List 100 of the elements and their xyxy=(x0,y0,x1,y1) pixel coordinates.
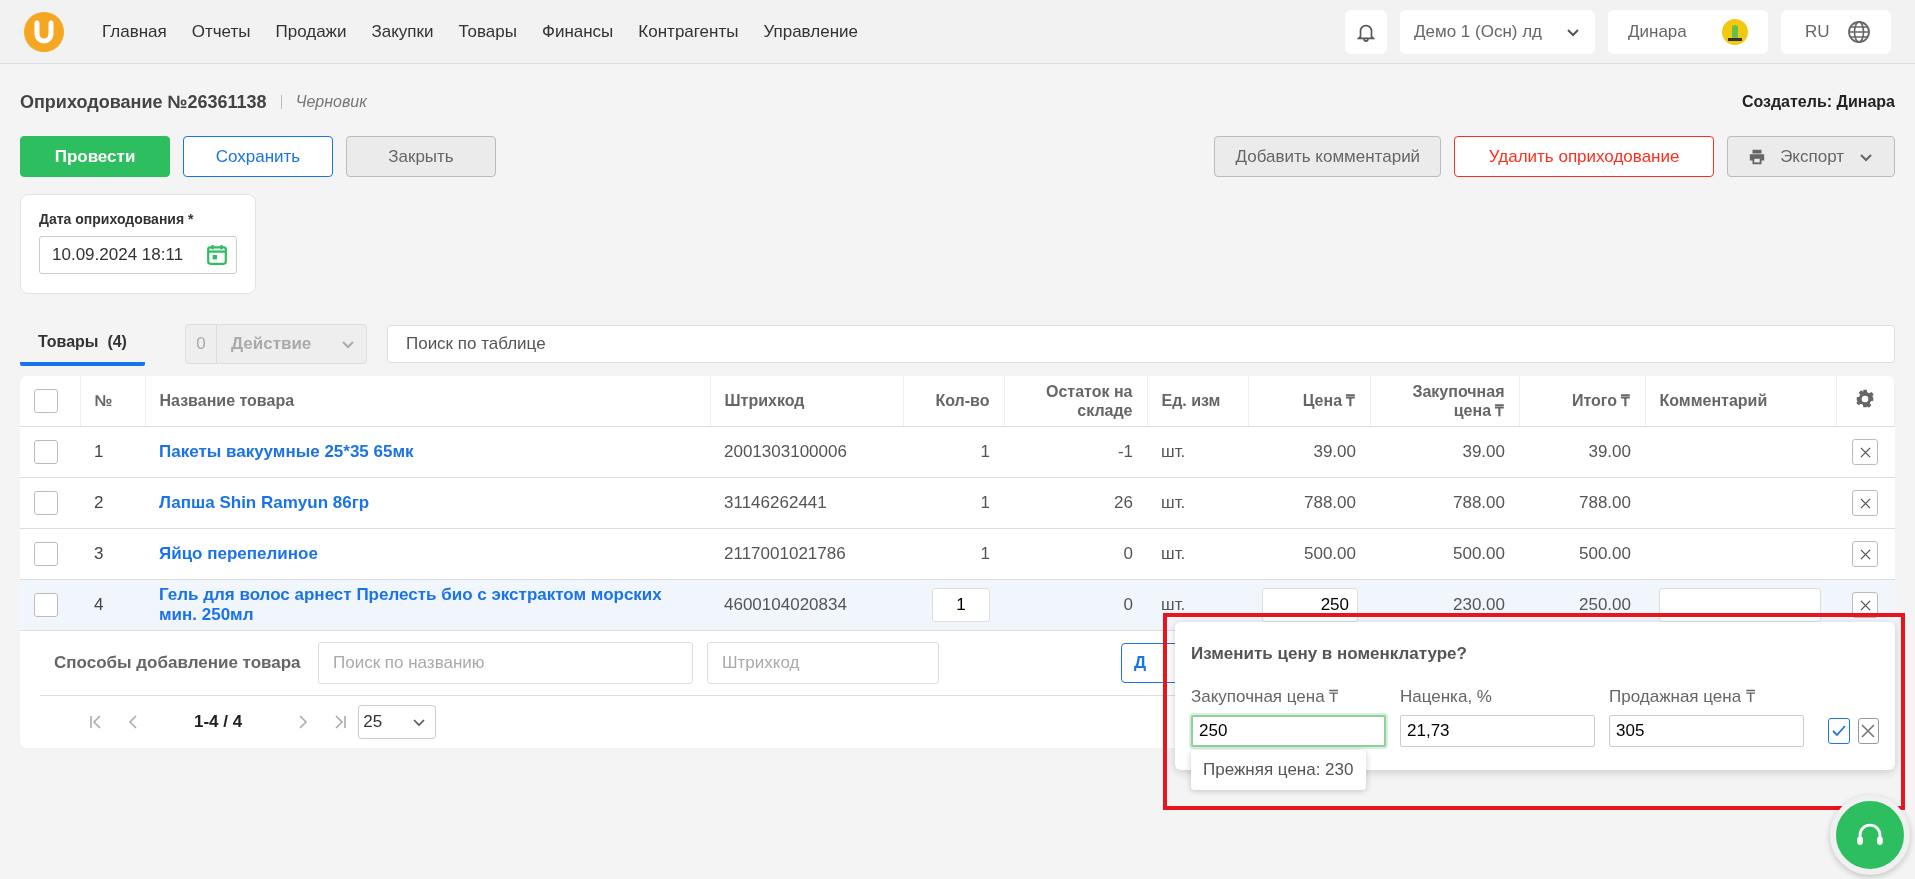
table-cell: 3 xyxy=(94,543,104,563)
nav-link[interactable]: Продажи xyxy=(275,21,347,42)
first-page-icon[interactable] xyxy=(88,714,104,730)
field-label: Продажная цена ₸ xyxy=(1609,686,1756,707)
document-title: Оприходование №26361138 xyxy=(20,91,267,113)
nav-link[interactable]: Контрагенты xyxy=(638,21,739,42)
export-button[interactable]: Экспорт xyxy=(1727,136,1895,177)
table-cell: 4600104020834 xyxy=(724,594,847,614)
barcode-field[interactable]: Штрихкод xyxy=(707,642,939,684)
nav-link[interactable]: Закупки xyxy=(371,21,434,42)
action-button[interactable]: Удалить оприходование xyxy=(1454,136,1715,177)
notifications-button[interactable] xyxy=(1345,9,1387,54)
table-cell: шт. xyxy=(1161,594,1186,614)
table-cell: 0 xyxy=(1123,594,1133,614)
remove-row-button[interactable] xyxy=(1852,490,1879,516)
product-link[interactable]: Пакеты вакуумные 25*35 65мк xyxy=(159,441,696,463)
table-cell: 0 xyxy=(1123,543,1133,563)
table-cell: шт. xyxy=(1161,441,1186,461)
name-search-field[interactable]: Поиск по названию xyxy=(318,642,693,684)
tab[interactable]: Товары (4) xyxy=(20,322,145,366)
close-icon xyxy=(1859,497,1871,509)
table-cell: шт. xyxy=(1161,543,1186,563)
document-status: Черновик xyxy=(295,93,367,111)
nav-link[interactable]: Финансы xyxy=(541,21,614,42)
price-input[interactable]: 305 xyxy=(1609,715,1804,747)
table-cell: 1 xyxy=(980,441,990,461)
add-methods-label: Способы добавление товара xyxy=(54,653,302,673)
table-cell: 788.00 xyxy=(1453,492,1505,512)
printer-icon xyxy=(1748,147,1767,166)
remove-row-button[interactable] xyxy=(1852,541,1879,567)
language-selector[interactable]: RU xyxy=(1781,9,1891,54)
close-icon xyxy=(1859,599,1871,611)
table-cell: 500.00 xyxy=(1304,543,1356,563)
row-checkbox[interactable] xyxy=(34,440,58,464)
previous-price-tooltip: Прежняя цена: 230 xyxy=(1191,750,1366,790)
table-cell: -1 xyxy=(1117,441,1133,461)
table-cell: 4 xyxy=(94,594,104,614)
price-input[interactable]: 21,73 xyxy=(1400,715,1595,747)
last-page-icon[interactable] xyxy=(332,714,349,730)
settings-icon[interactable] xyxy=(1855,388,1876,409)
table-cell: 1 xyxy=(980,492,990,512)
logo-icon[interactable] xyxy=(24,11,64,52)
table-cell: 2001303100006 xyxy=(724,441,847,461)
table-cell: 39.00 xyxy=(1462,441,1505,461)
select-all-checkbox[interactable] xyxy=(34,389,58,413)
table-cell: 2 xyxy=(94,492,104,512)
nav-link[interactable]: Главная xyxy=(102,21,167,42)
action-button[interactable]: Сохранить xyxy=(183,136,333,177)
table-cell: шт. xyxy=(1161,492,1186,512)
action-button[interactable]: Закрыть xyxy=(346,136,496,177)
globe-icon xyxy=(1847,19,1871,44)
close-icon xyxy=(1859,446,1871,458)
avatar-icon xyxy=(1722,18,1748,45)
date-field[interactable]: 10.09.2024 18:11 xyxy=(39,236,237,274)
table-cell: 230.00 xyxy=(1453,594,1505,614)
table-search-field[interactable]: Поиск по таблице xyxy=(386,325,1895,363)
column-header: Ед. изм xyxy=(1161,392,1221,410)
nav-link[interactable]: Управление xyxy=(763,21,858,42)
column-header: Штрихкод xyxy=(724,392,805,410)
table-cell: 39.00 xyxy=(1588,441,1631,461)
confirm-button[interactable] xyxy=(1828,718,1850,744)
table-cell: 26 xyxy=(1114,492,1133,512)
column-header: Закупочная цена ₸ xyxy=(1412,382,1505,419)
product-link[interactable]: Яйцо перепелиное xyxy=(159,543,696,565)
column-header: № xyxy=(94,392,113,410)
calendar-icon[interactable] xyxy=(206,244,228,266)
action-button[interactable]: Добавить комментарий xyxy=(1214,136,1442,177)
row-checkbox[interactable] xyxy=(34,542,58,566)
cancel-button[interactable] xyxy=(1857,718,1879,744)
page-range: 1-4 / 4 xyxy=(194,712,243,732)
product-link[interactable]: Лапша Shin Ramyun 86гр xyxy=(159,492,696,514)
close-icon xyxy=(1859,548,1871,560)
nav-link[interactable]: Товары xyxy=(458,21,517,42)
row-checkbox[interactable] xyxy=(34,491,58,515)
table-cell: 500.00 xyxy=(1579,543,1631,563)
column-header: Название товара xyxy=(159,392,295,410)
action-label: Действие xyxy=(229,334,313,354)
quantity-field[interactable]: 1 xyxy=(932,588,990,622)
table-cell: 1 xyxy=(980,543,990,563)
column-header: Итого ₸ xyxy=(1571,392,1631,410)
page-size-dropdown[interactable]: 25 xyxy=(358,705,437,739)
creator-label: Создатель: Динара xyxy=(1741,93,1895,111)
column-header: Кол-во xyxy=(935,392,990,410)
table-cell: 500.00 xyxy=(1453,543,1505,563)
column-header: Комментарий xyxy=(1659,392,1768,410)
remove-row-button[interactable] xyxy=(1852,439,1879,465)
selected-count: 0 xyxy=(185,325,217,363)
table-cell: 39.00 xyxy=(1313,441,1356,461)
popup-title: Изменить цену в номенклатуре? xyxy=(1191,644,1468,664)
table-cell: 2117001021786 xyxy=(724,543,846,563)
support-button[interactable] xyxy=(1830,795,1910,875)
nav-link[interactable]: Отчеты xyxy=(191,21,251,42)
company-dropdown[interactable]: Демо 1 (Осн) лд xyxy=(1400,9,1595,54)
row-checkbox[interactable] xyxy=(34,593,58,617)
check-icon xyxy=(1830,723,1847,739)
table-cell: 250.00 xyxy=(1579,594,1631,614)
user-menu[interactable]: Динара xyxy=(1608,9,1768,54)
field-label: Закупочная цена ₸ xyxy=(1191,686,1340,707)
price-input[interactable]: 250 xyxy=(1191,715,1386,747)
field-label: Наценка, % xyxy=(1400,687,1493,707)
